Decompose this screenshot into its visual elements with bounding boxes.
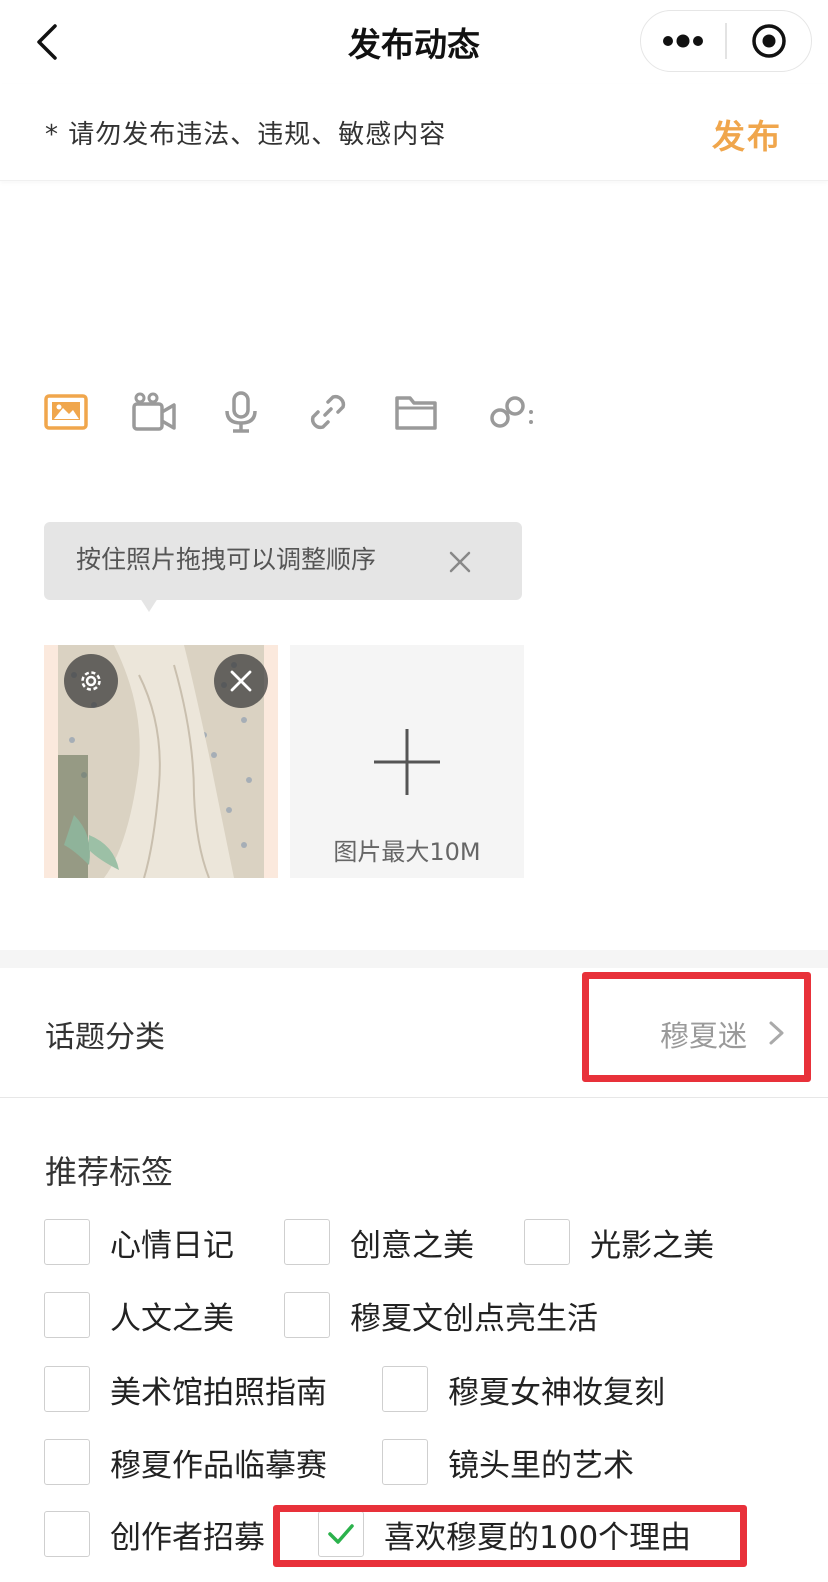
tag-label: 创意之美 [350,1227,474,1264]
tag-checkbox[interactable] [44,1292,90,1338]
tag-label: 镜头里的艺术 [448,1447,634,1484]
plus-icon [374,729,440,795]
tag-item[interactable]: 美术馆拍照指南 [44,1366,327,1412]
tag-checkbox[interactable] [284,1219,330,1265]
tag-label: 穆夏作品临摹赛 [110,1447,327,1484]
image-icon [44,394,88,430]
tag-checkbox[interactable] [44,1219,90,1265]
tag-label: 美术馆拍照指南 [110,1374,327,1411]
image-tool-button[interactable] [40,386,92,438]
tag-item[interactable]: 穆夏女神妆复刻 [382,1366,665,1412]
tag-item[interactable]: 创作者招募 [44,1511,265,1557]
photo-remove-button[interactable] [214,654,268,708]
link-tool-button[interactable] [302,386,354,438]
tag-checkbox[interactable] [44,1366,90,1412]
tag-checkbox[interactable] [284,1292,330,1338]
tag-item[interactable]: 创意之美 [284,1219,474,1265]
mention-icon [490,396,533,428]
tag-item[interactable]: 人文之美 [44,1292,234,1338]
row-divider [0,1097,828,1098]
tag-label: 心情日记 [110,1227,234,1264]
tag-label: 人文之美 [110,1300,234,1337]
tag-item[interactable]: 心情日记 [44,1219,234,1265]
tag-label: 穆夏女神妆复刻 [448,1374,665,1411]
chevron-left-icon [37,24,57,60]
notice-text: * 请勿发布违法、违规、敏感内容 [45,120,447,150]
target-icon [752,24,786,58]
tag-label: 创作者招募 [110,1519,265,1556]
tag-item[interactable]: 穆夏文创点亮生活 [284,1292,598,1338]
tooltip-arrow [140,598,158,612]
tag-checkbox[interactable] [382,1366,428,1412]
voice-tool-button[interactable] [215,386,267,438]
close-icon [449,551,471,573]
tag-checkbox[interactable] [382,1439,428,1485]
gear-icon [81,671,101,691]
tag-label: 光影之美 [590,1227,714,1264]
link-icon [310,394,346,430]
more-icon [663,34,704,48]
tooltip-close-button[interactable] [444,546,476,578]
video-icon [132,392,176,431]
topic-label: 话题分类 [45,1020,165,1055]
checkmark-icon [328,1524,354,1544]
tag-checkbox[interactable] [44,1439,90,1485]
chevron-right-icon [769,1021,784,1045]
more-button[interactable] [641,11,725,71]
tooltip-text: 按住照片拖拽可以调整顺序 [76,545,377,574]
tag-checkbox[interactable] [524,1219,570,1265]
recommend-title: 推荐标签 [45,1153,174,1191]
tag-item-selected[interactable]: 喜欢穆夏的100个理由 [318,1511,691,1557]
topic-value: 穆夏迷 [660,1019,748,1053]
tag-checkbox-checked[interactable] [318,1511,364,1557]
tag-item[interactable]: 穆夏作品临摹赛 [44,1439,327,1485]
section-divider [0,950,828,968]
content-textarea[interactable] [44,200,784,360]
folder-icon [395,396,437,430]
tag-label: 穆夏文创点亮生活 [350,1300,598,1337]
upload-size-hint: 图片最大10M [333,838,481,866]
close-icon [230,670,252,692]
uploaded-photo[interactable] [44,645,278,878]
back-button[interactable] [26,20,66,64]
tag-item[interactable]: 镜头里的艺术 [382,1439,634,1485]
folder-tool-button[interactable] [390,386,442,438]
photo-settings-button[interactable] [64,654,118,708]
tag-checkbox[interactable] [44,1511,90,1557]
video-tool-button[interactable] [128,386,180,438]
mini-program-capsule [640,10,812,72]
mention-tool-button[interactable] [486,386,538,438]
close-miniprogram-button[interactable] [727,11,811,71]
tag-label: 喜欢穆夏的100个理由 [384,1519,692,1556]
tag-item[interactable]: 光影之美 [524,1219,714,1265]
publish-button[interactable]: 发布 [712,110,782,158]
microphone-icon [225,391,257,433]
